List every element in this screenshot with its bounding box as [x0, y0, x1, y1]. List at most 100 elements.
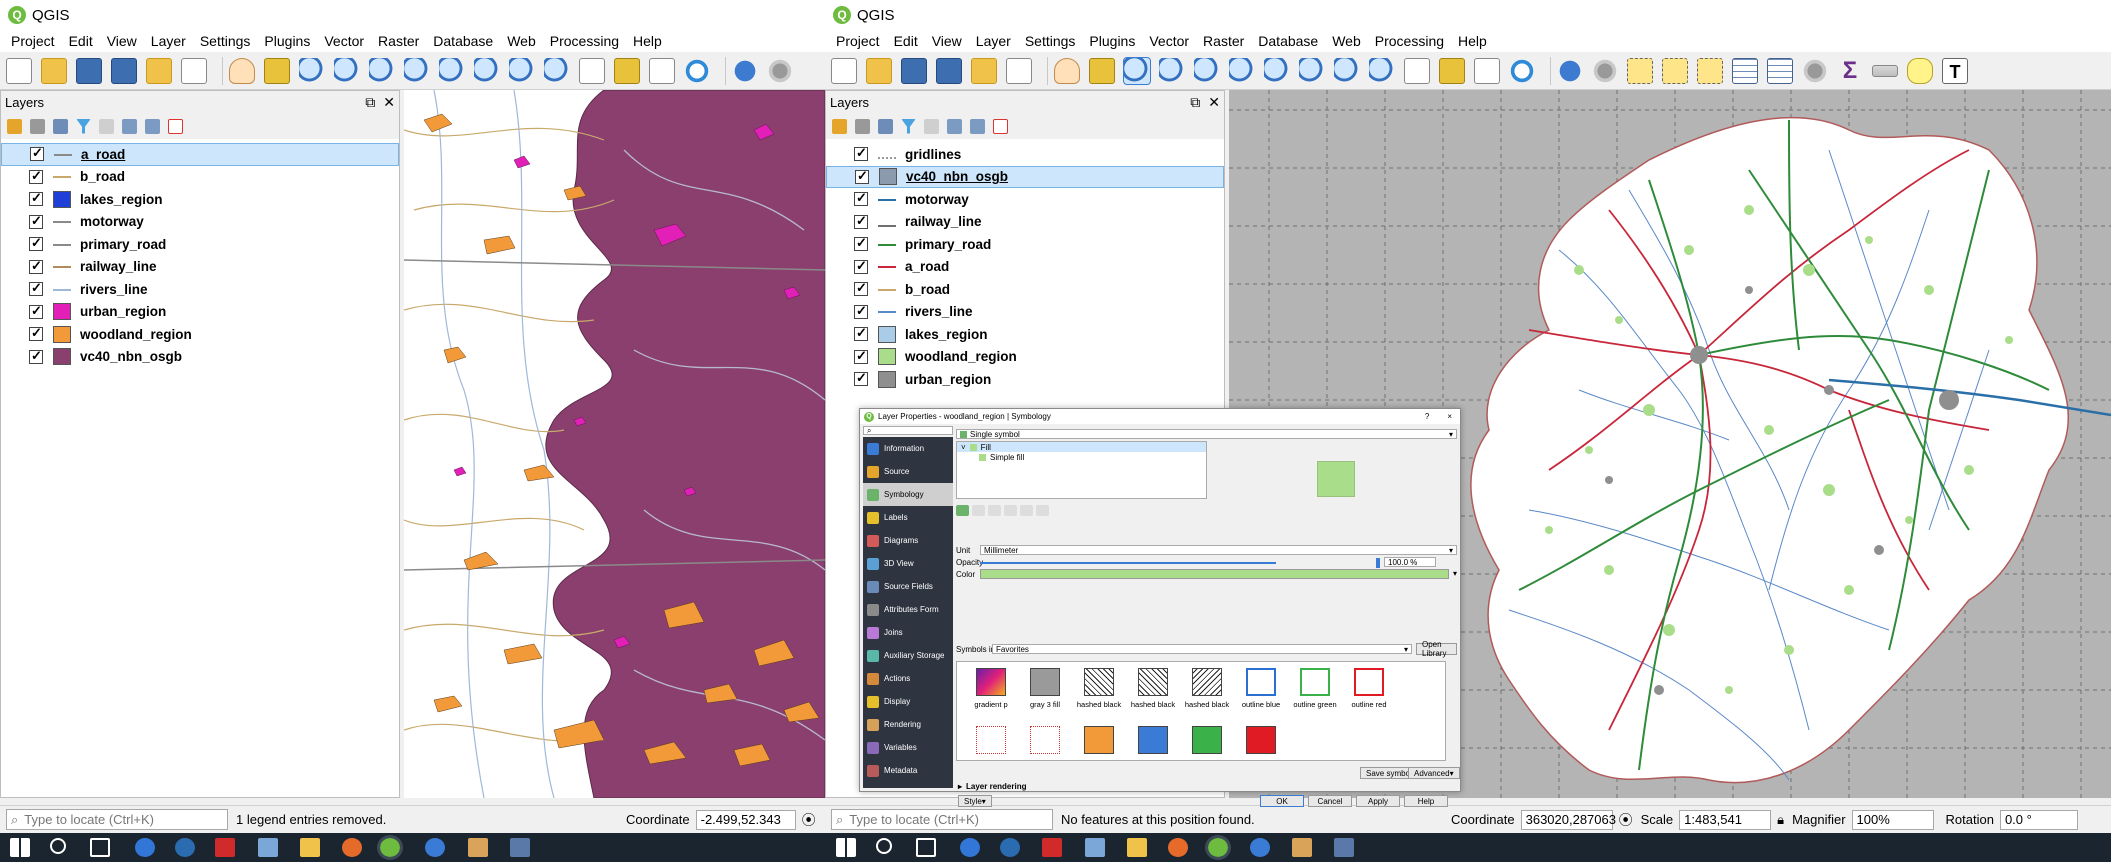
- coordinate-field[interactable]: -2.499,52.343: [695, 809, 796, 830]
- expand-all-icon[interactable]: [122, 118, 137, 134]
- layer-item-railway-line[interactable]: railway_line: [826, 211, 1224, 234]
- field-calculator-icon[interactable]: [1767, 57, 1793, 84]
- acrobat-icon[interactable]: [1042, 838, 1062, 857]
- symbol-swatch[interactable]: [1084, 726, 1114, 754]
- tab-variables[interactable]: Variables: [863, 736, 953, 759]
- menu-layer[interactable]: Layer: [969, 33, 1018, 49]
- new-print-layout-icon[interactable]: [146, 57, 172, 84]
- rotation-field[interactable]: 0.0 °: [1999, 809, 2078, 830]
- layer-item-b-road[interactable]: b_road: [826, 278, 1224, 301]
- task-view-icon[interactable]: [916, 838, 936, 857]
- close-icon[interactable]: ✕: [1208, 94, 1220, 111]
- manage-themes-icon[interactable]: [53, 118, 68, 134]
- layer-visibility-checkbox[interactable]: [29, 280, 43, 297]
- move-up-icon[interactable]: [1020, 505, 1033, 516]
- tab-joins[interactable]: Joins: [863, 621, 953, 644]
- menu-database[interactable]: Database: [426, 33, 500, 49]
- color-button[interactable]: [980, 569, 1449, 579]
- float-icon[interactable]: ⧉: [365, 94, 375, 111]
- layer-item-vc40-nbn-osgb[interactable]: vc40_nbn_osgb: [1, 346, 399, 369]
- zoom-last-icon[interactable]: [509, 57, 535, 84]
- menu-processing[interactable]: Processing: [543, 33, 626, 49]
- layer-visibility-checkbox[interactable]: [29, 213, 43, 229]
- move-down-icon[interactable]: [1036, 505, 1049, 516]
- lock-layer-icon[interactable]: [988, 505, 1001, 516]
- layer-visibility-checkbox[interactable]: [854, 348, 868, 364]
- layer-visibility-checkbox[interactable]: [854, 325, 868, 342]
- layer-item-woodland-region[interactable]: woodland_region: [1, 323, 399, 346]
- menu-edit[interactable]: Edit: [62, 33, 100, 49]
- pan-map-icon[interactable]: [229, 57, 255, 84]
- firefox-icon[interactable]: [1168, 838, 1188, 857]
- bookmark-icon[interactable]: [614, 57, 640, 84]
- layer-item-lakes-region[interactable]: lakes_region: [1, 188, 399, 211]
- advanced-button[interactable]: Advanced ▾: [1408, 767, 1460, 779]
- layer-item-vc40-nbn-osgb[interactable]: vc40_nbn_osgb: [826, 165, 1224, 188]
- menu-edit[interactable]: Edit: [887, 33, 925, 49]
- zoom-in-icon[interactable]: [299, 57, 325, 84]
- zoom-selection-icon[interactable]: [439, 57, 465, 84]
- open-project-icon[interactable]: [866, 57, 892, 84]
- duplicate-layer-icon[interactable]: [1004, 505, 1017, 516]
- identify-icon[interactable]: [732, 57, 758, 84]
- zoom-out-icon[interactable]: [1159, 57, 1185, 84]
- menu-web[interactable]: Web: [1325, 33, 1368, 49]
- qgis-taskbar-icon[interactable]: [377, 835, 403, 860]
- start-button-icon[interactable]: [10, 838, 30, 857]
- tree-fill-row[interactable]: ˅ Fill: [957, 442, 1206, 452]
- add-group-icon[interactable]: [30, 118, 45, 134]
- tab-information[interactable]: Information: [863, 437, 953, 460]
- terminal-icon[interactable]: [1334, 838, 1354, 857]
- symbol-swatch[interactable]: [1030, 726, 1060, 754]
- tab-diagrams[interactable]: Diagrams: [863, 529, 953, 552]
- show-bookmarks-icon[interactable]: [649, 57, 675, 84]
- menu-raster[interactable]: Raster: [1196, 33, 1251, 49]
- tab-source-fields[interactable]: Source Fields: [863, 575, 953, 598]
- layer-item-primary-road[interactable]: primary_road: [826, 233, 1224, 256]
- menu-plugins[interactable]: Plugins: [1082, 33, 1142, 49]
- library-icon[interactable]: [468, 838, 488, 857]
- outlook-icon[interactable]: [175, 838, 195, 857]
- layer-item-rivers-line[interactable]: rivers_line: [1, 278, 399, 301]
- text-annotation-icon[interactable]: T: [1942, 57, 1968, 84]
- save-project-icon[interactable]: [76, 57, 102, 84]
- mail-icon[interactable]: [1250, 838, 1270, 857]
- edge-browser-icon[interactable]: [960, 838, 980, 857]
- scale-field[interactable]: 1:483,541: [1679, 809, 1772, 830]
- tab-3d-view[interactable]: 3D View: [863, 552, 953, 575]
- run-action-icon[interactable]: [1592, 57, 1618, 84]
- mail-icon[interactable]: [425, 838, 445, 857]
- manage-themes-icon[interactable]: [878, 118, 893, 134]
- zoom-next-icon[interactable]: [1369, 57, 1395, 84]
- zoom-selection-icon[interactable]: [1264, 57, 1290, 84]
- layer-visibility-checkbox[interactable]: [854, 370, 868, 387]
- layer-visibility-checkbox[interactable]: [29, 258, 43, 274]
- save-as-icon[interactable]: [936, 57, 962, 84]
- layer-visibility-checkbox[interactable]: [854, 258, 868, 274]
- refresh-icon[interactable]: [684, 57, 710, 84]
- open-project-icon[interactable]: [41, 57, 67, 84]
- tab-metadata[interactable]: Metadata: [863, 759, 953, 782]
- symbol-swatch[interactable]: [1084, 668, 1114, 696]
- file-explorer-icon[interactable]: [1127, 838, 1147, 857]
- zoom-full-icon[interactable]: [1229, 57, 1255, 84]
- magnifier-field[interactable]: 100%: [1851, 809, 1934, 830]
- layer-visibility-checkbox[interactable]: [30, 145, 44, 162]
- menu-help[interactable]: Help: [1451, 33, 1494, 49]
- pan-to-selection-icon[interactable]: [264, 57, 290, 84]
- layer-visibility-checkbox[interactable]: [854, 280, 868, 297]
- style-icon[interactable]: [832, 118, 847, 134]
- select-features-icon[interactable]: [1627, 57, 1653, 84]
- collapse-all-icon[interactable]: [970, 118, 985, 134]
- edge-browser-icon[interactable]: [135, 838, 155, 857]
- qgis-taskbar-icon[interactable]: [1205, 835, 1231, 860]
- collapse-all-icon[interactable]: [145, 118, 160, 134]
- locator-input[interactable]: ⌕ Type to locate (Ctrl+K): [6, 809, 228, 830]
- remove-layer-icon[interactable]: [168, 118, 183, 134]
- bookmark-icon[interactable]: [1439, 57, 1465, 84]
- open-library-button[interactable]: Open Library: [1416, 640, 1457, 658]
- remove-layer-icon[interactable]: [993, 118, 1008, 134]
- filter-expression-icon[interactable]: [924, 118, 939, 134]
- symbols-in-select[interactable]: Favorites ▾: [992, 644, 1412, 654]
- cancel-button[interactable]: Cancel: [1308, 795, 1352, 807]
